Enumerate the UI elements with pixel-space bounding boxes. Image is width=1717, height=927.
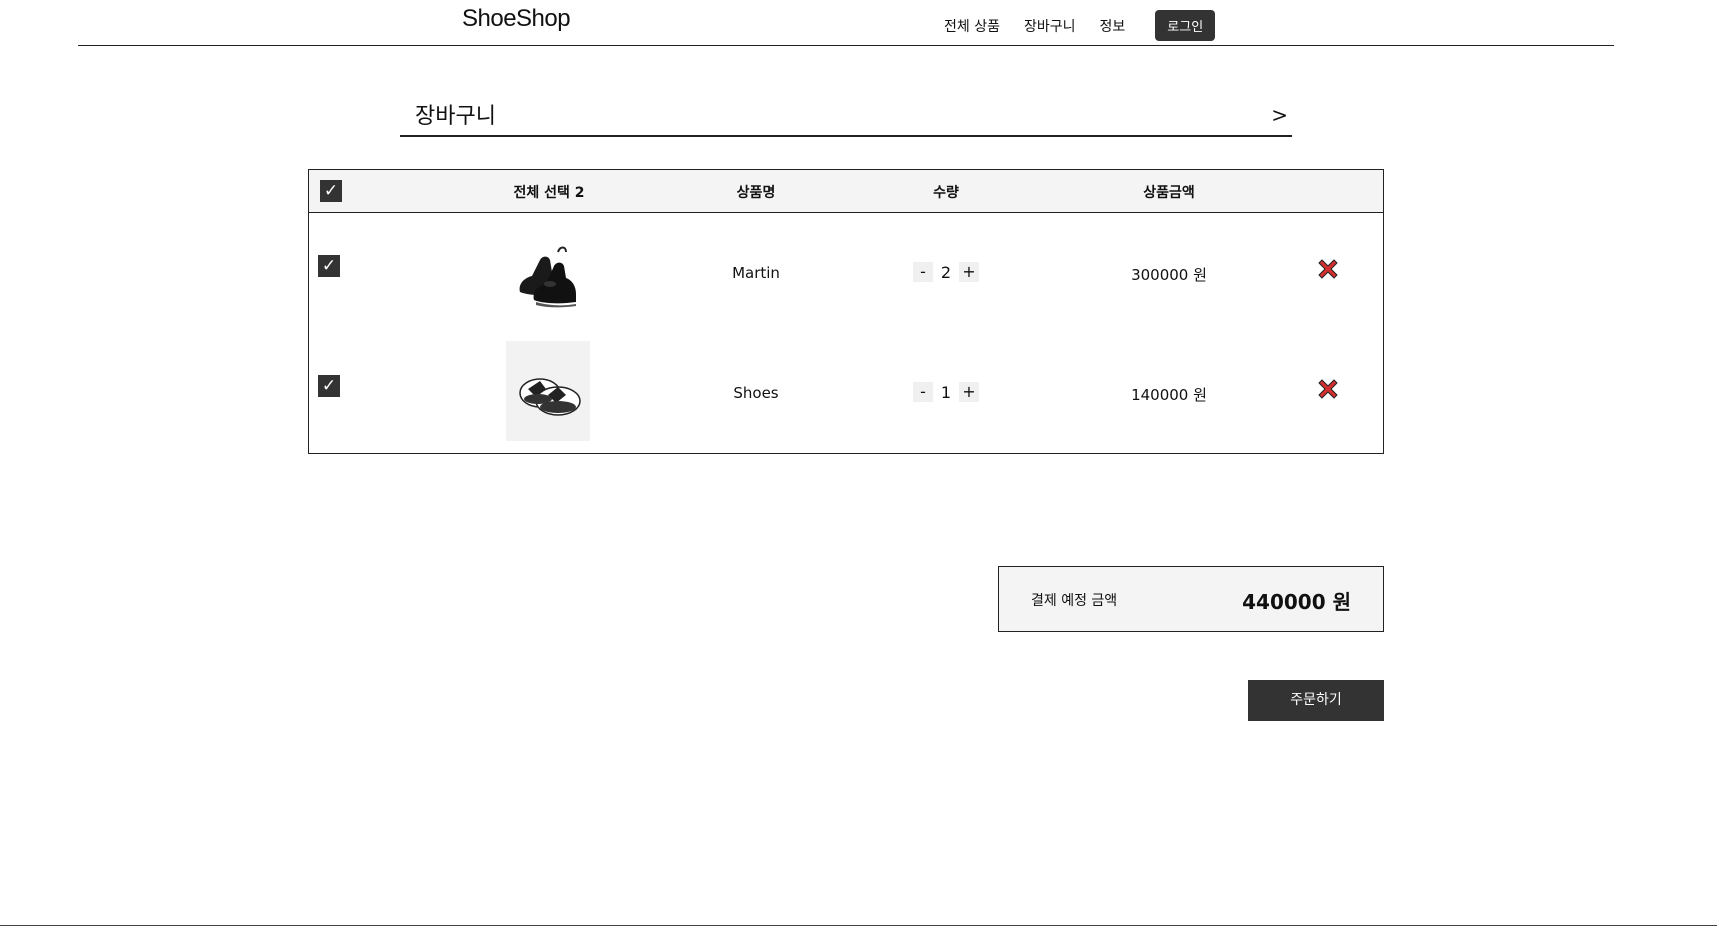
header-price: 상품금액 bbox=[1143, 185, 1195, 201]
header-select-all: 전체 선택 2 bbox=[513, 185, 585, 201]
table-row: ✓ Martin - 2 + 300000 원 bbox=[309, 222, 1383, 332]
nav-all-products[interactable]: 전체 상품 bbox=[944, 16, 1000, 36]
product-price: 300000 원 bbox=[1131, 266, 1207, 284]
payment-summary: 결제 예정 금액 440000 원 bbox=[998, 566, 1384, 632]
row-checkbox[interactable]: ✓ bbox=[318, 255, 340, 277]
nav-cart[interactable]: 장바구니 bbox=[1024, 16, 1076, 36]
summary-amount: 440000 원 bbox=[1242, 590, 1351, 614]
order-button[interactable]: 주문하기 bbox=[1248, 680, 1384, 721]
quantity-value: 2 bbox=[940, 262, 952, 282]
product-name[interactable]: Martin bbox=[732, 264, 780, 282]
plus-button[interactable]: + bbox=[959, 262, 979, 282]
minus-button[interactable]: - bbox=[913, 382, 933, 402]
nav-info[interactable]: 정보 bbox=[1100, 16, 1126, 36]
delete-icon[interactable] bbox=[1316, 377, 1340, 401]
site-logo[interactable]: ShoeShop bbox=[462, 5, 571, 33]
product-image-boot[interactable] bbox=[506, 222, 590, 322]
cart-title-bar: 장바구니 > bbox=[400, 96, 1292, 137]
cart-table: ✓ 전체 선택 2 상품명 수량 상품금액 ✓ Martin - 2 + 300… bbox=[308, 169, 1384, 454]
header-product-name: 상품명 bbox=[736, 185, 776, 201]
product-name[interactable]: Shoes bbox=[733, 384, 778, 402]
minus-button[interactable]: - bbox=[913, 262, 933, 282]
delete-icon[interactable] bbox=[1316, 257, 1340, 281]
quantity-stepper: - 2 + bbox=[913, 262, 979, 282]
header-quantity: 수량 bbox=[933, 185, 959, 201]
plus-button[interactable]: + bbox=[959, 382, 979, 402]
page-title: 장바구니 bbox=[415, 104, 496, 129]
quantity-value: 1 bbox=[940, 382, 952, 402]
select-all-checkbox[interactable]: ✓ bbox=[320, 180, 342, 202]
summary-label: 결제 예정 금액 bbox=[1031, 593, 1118, 609]
login-button[interactable]: 로그인 bbox=[1155, 10, 1216, 41]
chevron-right-icon[interactable]: > bbox=[1271, 103, 1288, 127]
divider bbox=[0, 925, 1717, 926]
product-image-sandal[interactable] bbox=[506, 341, 590, 441]
product-price: 140000 원 bbox=[1131, 386, 1207, 404]
row-checkbox[interactable]: ✓ bbox=[318, 375, 340, 397]
table-header: ✓ 전체 선택 2 상품명 수량 상품금액 bbox=[309, 170, 1383, 213]
main-nav: 전체 상품 장바구니 정보 로그인 bbox=[944, 10, 1216, 41]
site-header: ShoeShop 전체 상품 장바구니 정보 로그인 bbox=[78, 0, 1614, 46]
quantity-stepper: - 1 + bbox=[913, 382, 979, 402]
table-row: ✓ Shoes - 1 + 140000 원 bbox=[309, 341, 1383, 451]
